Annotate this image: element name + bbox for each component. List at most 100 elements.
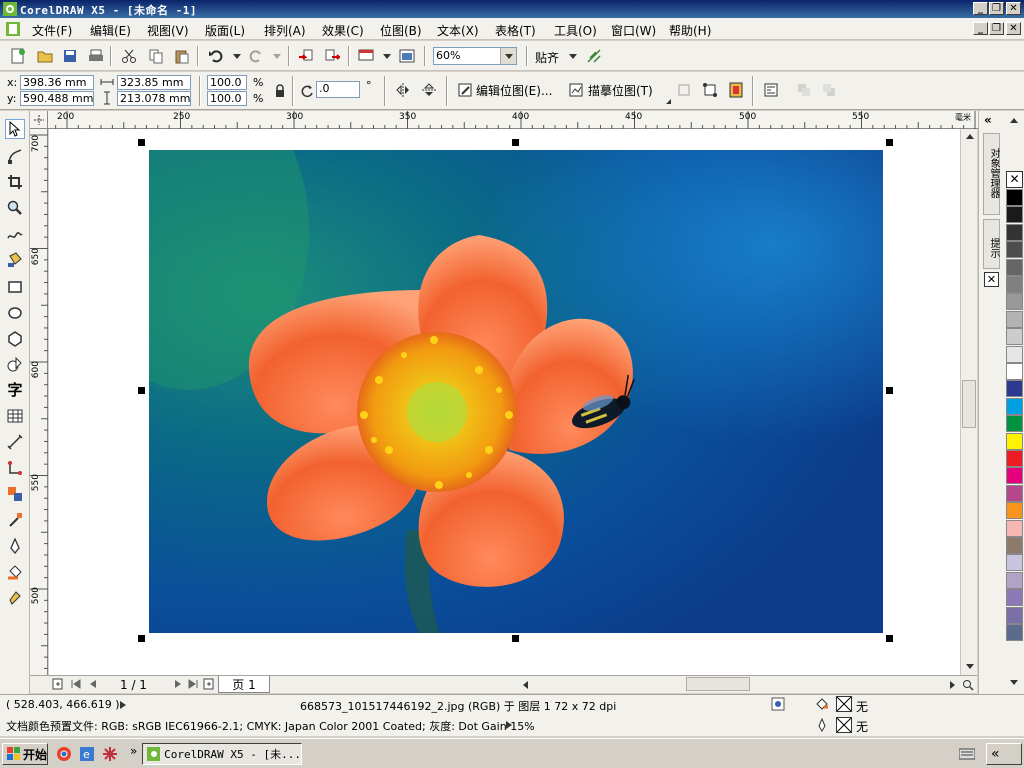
table-tool-icon[interactable] bbox=[5, 406, 25, 426]
color-swatch[interactable] bbox=[1006, 502, 1023, 520]
minimize-button[interactable]: _ bbox=[973, 2, 988, 15]
next-page-icon[interactable] bbox=[170, 676, 186, 692]
status-expand-icon[interactable] bbox=[120, 701, 126, 709]
selection-handle[interactable] bbox=[138, 387, 145, 394]
eyedropper-tool-icon[interactable] bbox=[5, 510, 25, 530]
snap-dropdown-icon[interactable] bbox=[569, 54, 577, 59]
flower-bitmap-image[interactable] bbox=[149, 150, 883, 633]
crop-tool-icon[interactable] bbox=[5, 172, 25, 192]
profile-expand-icon[interactable] bbox=[506, 721, 512, 729]
color-swatch[interactable] bbox=[1006, 276, 1023, 293]
add-page-before-icon[interactable] bbox=[50, 676, 66, 692]
ellipse-tool-icon[interactable] bbox=[5, 303, 25, 323]
resample-icon[interactable] bbox=[701, 81, 719, 99]
vertical-scrollbar[interactable] bbox=[960, 129, 977, 675]
restore-button[interactable]: ❐ bbox=[989, 2, 1004, 15]
collapse-docker-icon[interactable]: « bbox=[984, 113, 992, 127]
to-front-icon[interactable] bbox=[795, 81, 813, 99]
application-launcher-icon[interactable] bbox=[357, 47, 375, 65]
undo-dropdown-icon[interactable] bbox=[233, 54, 241, 59]
menu-table[interactable]: 表格(T) bbox=[495, 22, 536, 39]
color-swatch[interactable] bbox=[1006, 380, 1023, 398]
color-swatch[interactable] bbox=[1006, 223, 1023, 241]
copy-icon[interactable] bbox=[147, 47, 165, 65]
selection-handle[interactable] bbox=[512, 635, 519, 642]
menu-window[interactable]: 窗口(W) bbox=[611, 22, 656, 39]
color-swatch[interactable] bbox=[1006, 328, 1023, 346]
selection-handle[interactable] bbox=[138, 635, 145, 642]
doc-restore-button[interactable]: ❐ bbox=[989, 22, 1004, 35]
color-swatch[interactable] bbox=[1006, 519, 1023, 537]
color-swatch[interactable] bbox=[1006, 363, 1023, 380]
menu-arrange[interactable]: 排列(A) bbox=[264, 22, 306, 39]
menu-bitmaps[interactable]: 位图(B) bbox=[380, 22, 422, 39]
doc-minimize-button[interactable]: _ bbox=[973, 22, 988, 35]
dimension-tool-icon[interactable] bbox=[5, 432, 25, 452]
menu-help[interactable]: 帮助(H) bbox=[669, 22, 711, 39]
color-swatch[interactable] bbox=[1006, 241, 1023, 259]
width-field[interactable]: 323.85 mm bbox=[117, 75, 191, 90]
color-swatch[interactable] bbox=[1006, 206, 1023, 224]
doc-close-button[interactable]: ✕ bbox=[1006, 22, 1021, 35]
color-swatch[interactable] bbox=[1006, 397, 1023, 415]
to-back-icon[interactable] bbox=[820, 81, 838, 99]
task-coreldraw[interactable]: CorelDRAW X5 - [未... bbox=[142, 743, 302, 765]
crop-bitmap-icon[interactable] bbox=[675, 81, 693, 99]
app-quicklaunch-icon[interactable] bbox=[101, 745, 119, 763]
edit-bitmap-icon[interactable] bbox=[456, 81, 474, 99]
hints-tab[interactable]: 提示 bbox=[983, 219, 1000, 269]
start-button[interactable]: 开始 bbox=[2, 743, 48, 765]
selection-handle[interactable] bbox=[886, 387, 893, 394]
menu-tools[interactable]: 工具(O) bbox=[554, 22, 597, 39]
keyboard-tray-icon[interactable] bbox=[958, 745, 976, 763]
snap-to-menu[interactable]: 贴齐 bbox=[535, 49, 559, 66]
navigator-zoom-icon[interactable] bbox=[960, 676, 976, 693]
dynamic-guides-icon[interactable] bbox=[585, 47, 603, 65]
color-swatch[interactable] bbox=[1006, 415, 1023, 433]
last-page-icon[interactable] bbox=[185, 676, 201, 692]
color-proof-icon[interactable] bbox=[770, 696, 786, 712]
color-swatch[interactable] bbox=[1006, 537, 1023, 554]
previous-page-icon[interactable] bbox=[85, 676, 101, 692]
text-tool-icon[interactable]: 字 bbox=[5, 379, 25, 399]
menu-effects[interactable]: 效果(C) bbox=[322, 22, 364, 39]
welcome-screen-icon[interactable] bbox=[398, 47, 416, 65]
rotation-field[interactable]: .0 bbox=[316, 81, 360, 98]
color-swatch[interactable] bbox=[1006, 589, 1023, 607]
tray-expand-button[interactable]: « bbox=[986, 743, 1022, 765]
color-swatch[interactable] bbox=[1006, 293, 1023, 311]
color-swatch[interactable] bbox=[1006, 467, 1023, 485]
new-document-icon[interactable] bbox=[9, 47, 27, 65]
quicklaunch-more-icon[interactable]: » bbox=[130, 744, 137, 758]
color-swatch[interactable] bbox=[1006, 484, 1023, 502]
selection-handle[interactable] bbox=[886, 139, 893, 146]
mirror-horizontal-icon[interactable] bbox=[394, 81, 412, 99]
wrap-text-icon[interactable] bbox=[762, 81, 780, 99]
height-field[interactable]: 213.078 mm bbox=[117, 91, 191, 106]
selection-handle[interactable] bbox=[138, 139, 145, 146]
polygon-tool-icon[interactable] bbox=[5, 329, 25, 349]
cut-icon[interactable] bbox=[120, 47, 138, 65]
outline-pen-tool-icon[interactable] bbox=[5, 536, 25, 556]
color-swatch[interactable] bbox=[1006, 624, 1023, 641]
color-swatch[interactable] bbox=[1006, 189, 1023, 206]
pick-tool-icon[interactable] bbox=[5, 119, 25, 139]
trace-flyout-icon[interactable] bbox=[666, 99, 671, 104]
menu-text[interactable]: 文本(X) bbox=[437, 22, 479, 39]
vertical-scroll-thumb[interactable] bbox=[962, 380, 976, 428]
paste-icon[interactable] bbox=[173, 47, 191, 65]
launcher-dropdown-icon[interactable] bbox=[383, 54, 391, 59]
menu-view[interactable]: 视图(V) bbox=[147, 22, 189, 39]
undo-icon[interactable] bbox=[207, 47, 225, 65]
print-icon[interactable] bbox=[87, 47, 105, 65]
redo-dropdown-icon[interactable] bbox=[273, 54, 281, 59]
color-swatch[interactable] bbox=[1006, 554, 1023, 572]
menu-layout[interactable]: 版面(L) bbox=[205, 22, 245, 39]
scroll-up-icon[interactable] bbox=[962, 129, 977, 144]
color-swatch[interactable] bbox=[1006, 258, 1023, 276]
scroll-right-icon[interactable] bbox=[945, 677, 960, 692]
color-swatch[interactable] bbox=[1006, 571, 1023, 589]
palette-scroll-up-icon[interactable] bbox=[1010, 115, 1018, 129]
docker-close-icon[interactable]: ✕ bbox=[984, 272, 999, 287]
color-swatch[interactable] bbox=[1006, 310, 1023, 328]
